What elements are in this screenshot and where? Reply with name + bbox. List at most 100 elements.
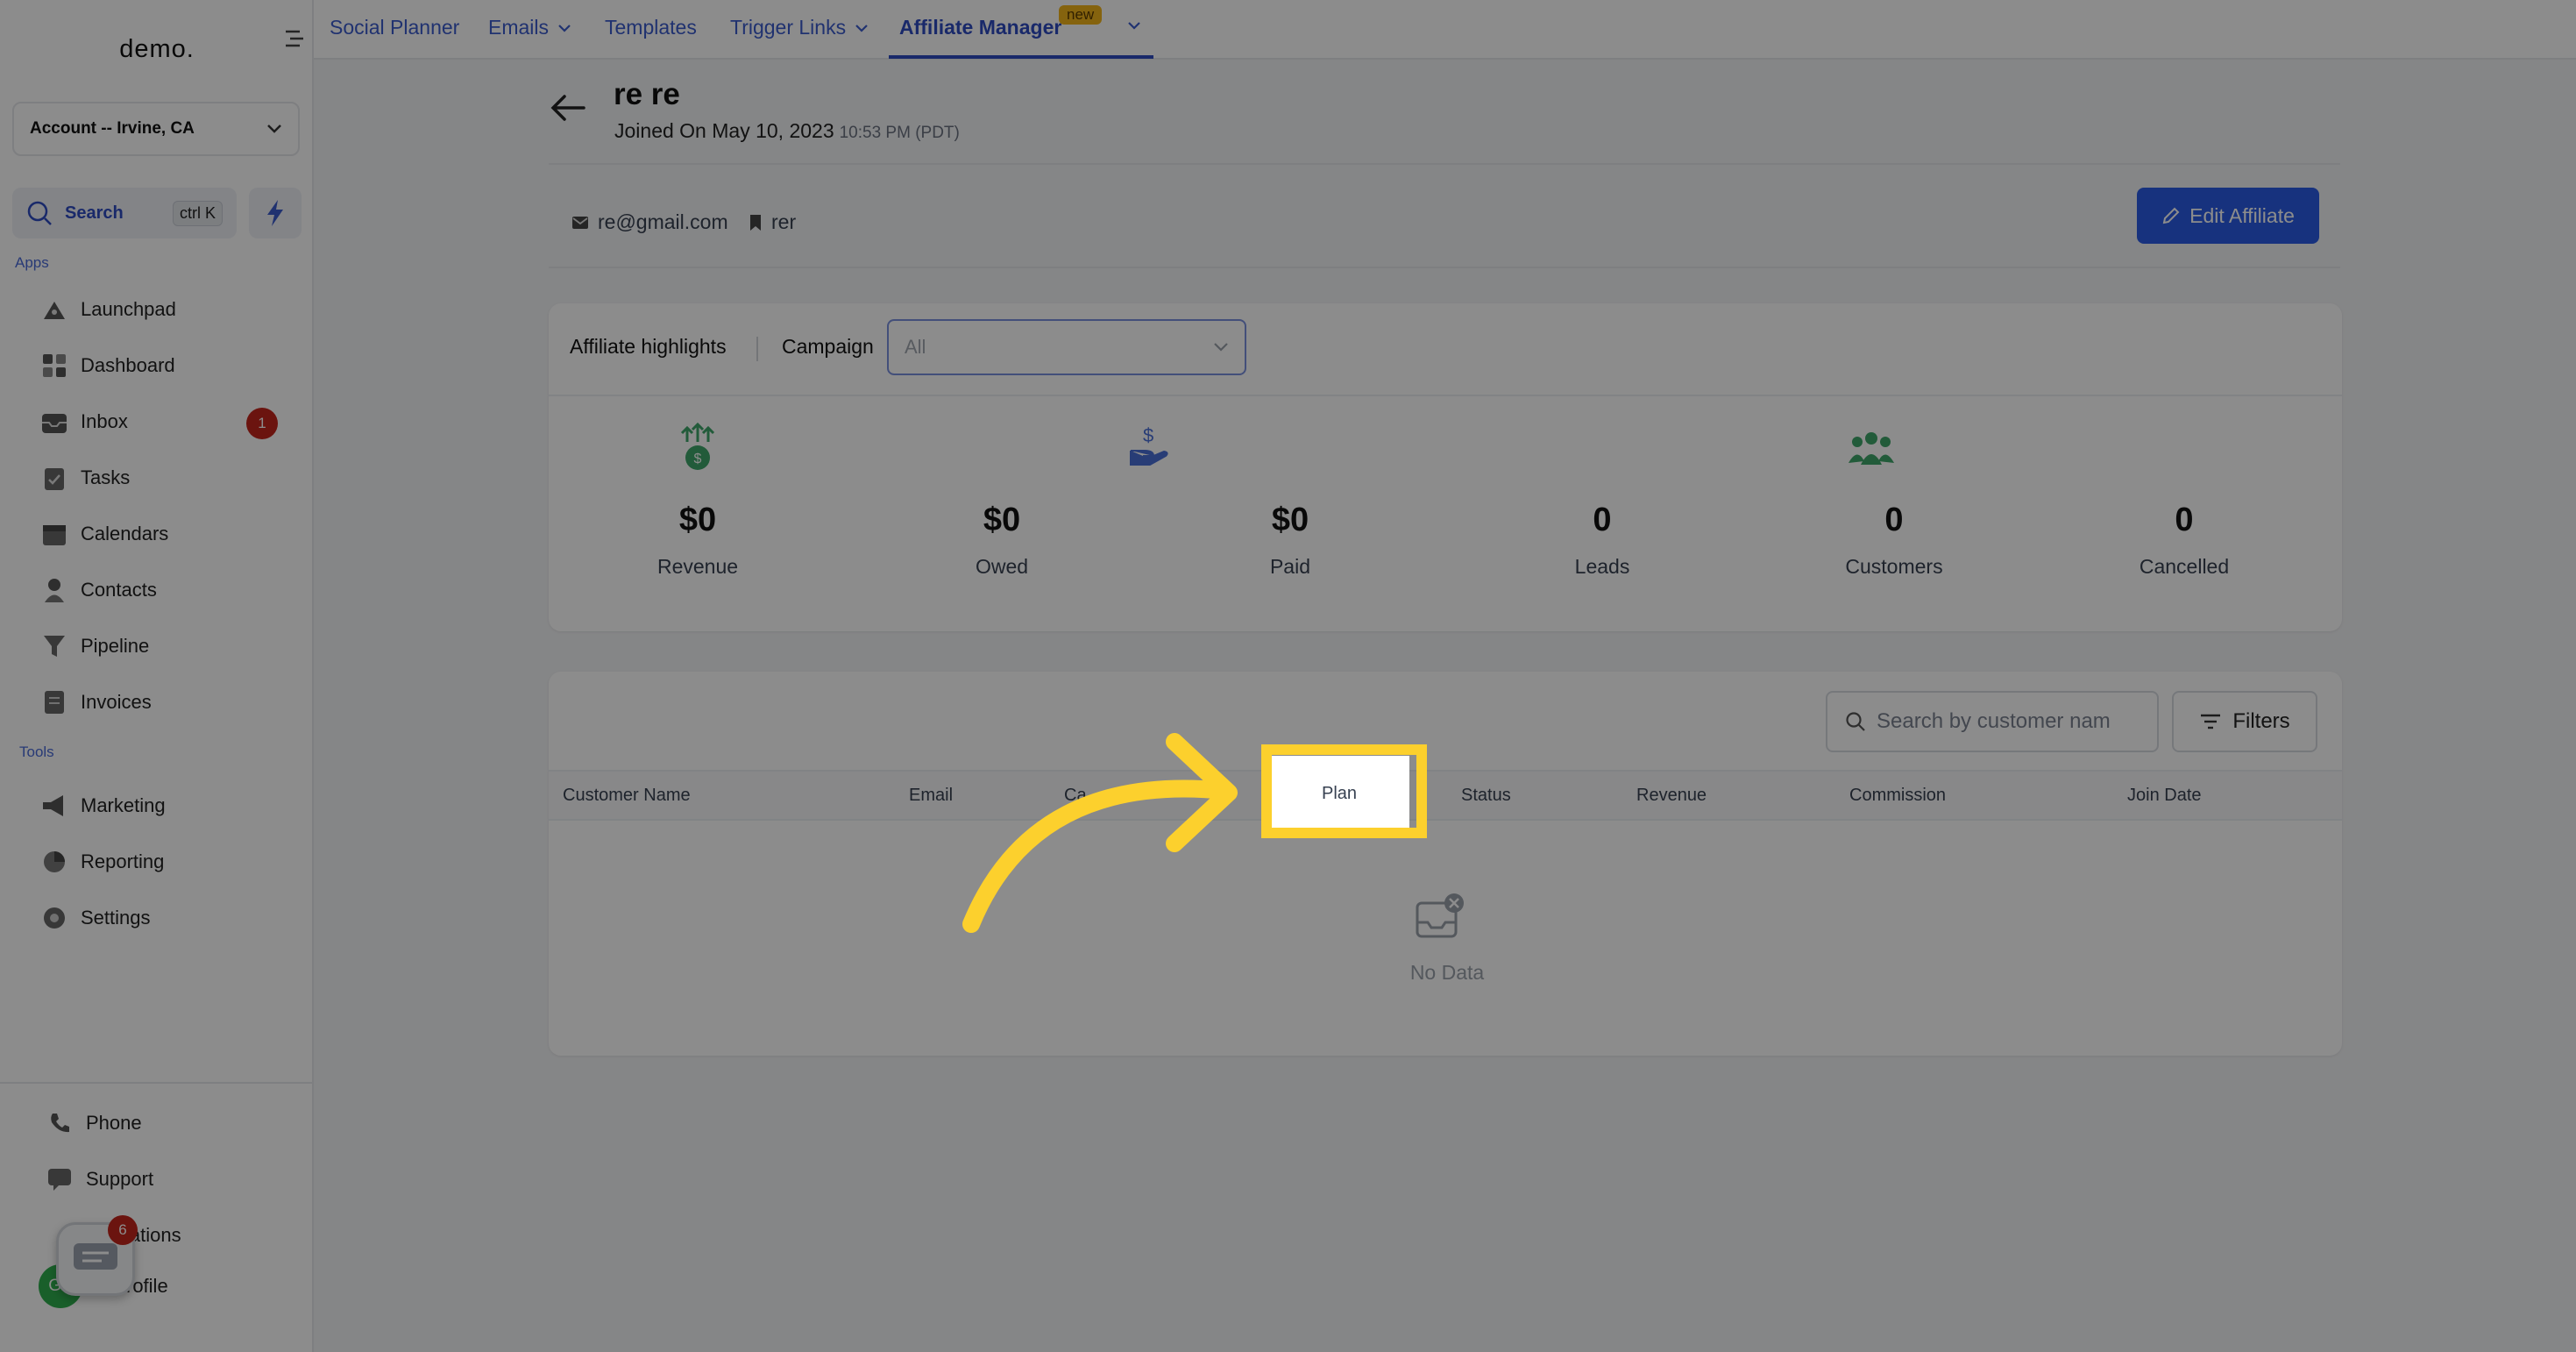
pie-chart-icon: [39, 847, 70, 877]
column-customer-name[interactable]: Customer Name: [563, 786, 691, 806]
email-text: re@gmail.com: [598, 210, 728, 233]
tab-label: Trigger Links: [730, 16, 847, 39]
stat-value: $0: [678, 502, 717, 538]
sidebar-item-inbox[interactable]: Inbox: [39, 407, 128, 437]
stat-value: 0: [1593, 502, 1612, 538]
sidebar-item-calendars[interactable]: Calendars: [39, 519, 168, 549]
sidebar-item-settings[interactable]: Settings: [39, 903, 151, 933]
sidebar-item-label: Launchpad: [81, 298, 176, 320]
stat-customers: 0 Customers: [1780, 502, 2008, 579]
code-text: rer: [771, 210, 797, 233]
sidebar-item-contacts[interactable]: Contacts: [39, 575, 157, 605]
account-switcher[interactable]: Account -- Irvine, CA: [12, 102, 300, 156]
search-label: Search: [65, 203, 124, 223]
search-icon: [27, 201, 52, 225]
sidebar: demo. Account -- Irvine, CA Search ctrl …: [0, 0, 314, 1352]
sidebar-item-tasks[interactable]: Tasks: [39, 463, 130, 493]
stat-value: 0: [1884, 502, 1904, 538]
joined-text: Joined On May 10, 2023: [614, 119, 834, 142]
sidebar-item-label: Support: [86, 1168, 154, 1190]
sidebar-item-label: Settings: [81, 907, 151, 929]
search-icon: [1846, 712, 1865, 731]
bookmark-icon: [749, 214, 763, 231]
tab-emails[interactable]: Emails: [488, 16, 571, 39]
stat-leads: 0 Leads: [1488, 502, 1716, 579]
collapse-sidebar-icon[interactable]: [282, 26, 307, 51]
tab-trigger-links[interactable]: Trigger Links: [730, 16, 869, 39]
column-email[interactable]: Email: [909, 786, 953, 806]
stat-paid: $0 Paid: [1176, 502, 1404, 579]
sidebar-item-launchpad[interactable]: Launchpad: [39, 295, 176, 324]
campaign-value: All: [905, 336, 926, 358]
chat-unread-badge: 6: [108, 1215, 138, 1245]
sidebar-item-phone[interactable]: Phone: [44, 1108, 142, 1138]
clipboard-icon: [39, 463, 70, 493]
highlights-divider: [549, 395, 2342, 396]
stat-label: Paid: [1269, 555, 1311, 578]
column-revenue[interactable]: Revenue: [1636, 786, 1707, 806]
sidebar-item-dashboard[interactable]: Dashboard: [39, 351, 175, 381]
svg-text:$: $: [1143, 424, 1153, 446]
chevron-down-icon: [1214, 343, 1228, 352]
campaign-select[interactable]: All: [887, 319, 1246, 375]
affiliate-name: re re: [614, 77, 680, 111]
column-join-date[interactable]: Join Date: [2127, 786, 2202, 806]
table-header: Customer Name Email Ca Status Revenue Co…: [549, 770, 2342, 821]
joined-time: 10:53 PM (PDT): [839, 124, 960, 142]
more-tabs-chevron-icon[interactable]: [1127, 21, 1141, 30]
brand-logo: demo.: [119, 35, 195, 63]
column-commission[interactable]: Commission: [1849, 786, 1946, 806]
campaign-label: Campaign: [782, 335, 874, 358]
sidebar-item-invoices[interactable]: Invoices: [39, 687, 152, 717]
tab-label: Social Planner: [330, 16, 460, 39]
pencil-icon: [2162, 207, 2180, 224]
customer-search-input[interactable]: Search by customer nam: [1826, 691, 2159, 752]
top-navigation: Social Planner Emails Templates Trigger …: [314, 0, 2576, 60]
sidebar-search[interactable]: Search ctrl K: [12, 188, 237, 238]
money-growth-icon: $: [680, 423, 715, 470]
sidebar-item-label: Pipeline: [81, 635, 150, 657]
lightning-icon: [267, 200, 283, 226]
filters-label: Filters: [2232, 709, 2290, 733]
edit-affiliate-button[interactable]: Edit Affiliate: [2137, 188, 2319, 244]
active-tab-indicator: [889, 55, 1153, 59]
affiliate-highlights-card: Affiliate highlights Campaign All $ $ $0…: [549, 303, 2342, 631]
sidebar-item-label: Marketing: [81, 794, 166, 816]
stat-label: Owed: [975, 555, 1029, 578]
sidebar-item-pipeline[interactable]: Pipeline: [39, 631, 149, 661]
stat-label: Customers: [1845, 555, 1943, 578]
tools-heading: Tools: [19, 744, 54, 760]
hand-dollar-icon: $: [1130, 424, 1168, 466]
sidebar-item-reporting[interactable]: Reporting: [39, 847, 164, 877]
back-arrow-icon[interactable]: [549, 88, 589, 128]
search-placeholder: Search by customer nam: [1877, 709, 2111, 733]
sidebar-item-label: Calendars: [81, 523, 169, 544]
contact-divider: [549, 267, 2340, 268]
stat-value: $0: [983, 502, 1021, 538]
sidebar-item-marketing[interactable]: Marketing: [39, 791, 166, 821]
stat-label: Leads: [1574, 555, 1630, 578]
megaphone-icon: [39, 791, 70, 821]
column-status[interactable]: Status: [1461, 786, 1511, 806]
sidebar-item-label: Reporting: [81, 850, 165, 872]
stat-label: Revenue: [656, 555, 739, 578]
calendar-icon: [39, 519, 70, 549]
column-campaign[interactable]: Ca: [1064, 786, 1087, 806]
customers-table-card: Search by customer nam Filters Customer …: [549, 672, 2342, 1056]
funnel-icon: [39, 631, 70, 661]
tab-affiliate-manager[interactable]: Affiliate Manager: [899, 16, 1061, 39]
filters-button[interactable]: Filters: [2172, 691, 2317, 752]
quick-actions-button[interactable]: [249, 188, 302, 238]
sidebar-item-support[interactable]: Support: [44, 1164, 153, 1194]
tab-label: Emails: [488, 16, 550, 39]
tab-social-planner[interactable]: Social Planner: [330, 16, 459, 39]
inbox-unread-badge: 1: [246, 408, 278, 439]
people-group-icon: [1849, 432, 1894, 465]
sidebar-divider: [0, 1082, 314, 1084]
chat-icon: [44, 1164, 75, 1194]
highlights-separator: [756, 337, 758, 361]
tab-templates[interactable]: Templates: [605, 16, 697, 39]
sidebar-item-label: Contacts: [81, 579, 157, 601]
filter-lines-icon: [2201, 714, 2221, 729]
sidebar-item-label: Dashboard: [81, 354, 175, 376]
